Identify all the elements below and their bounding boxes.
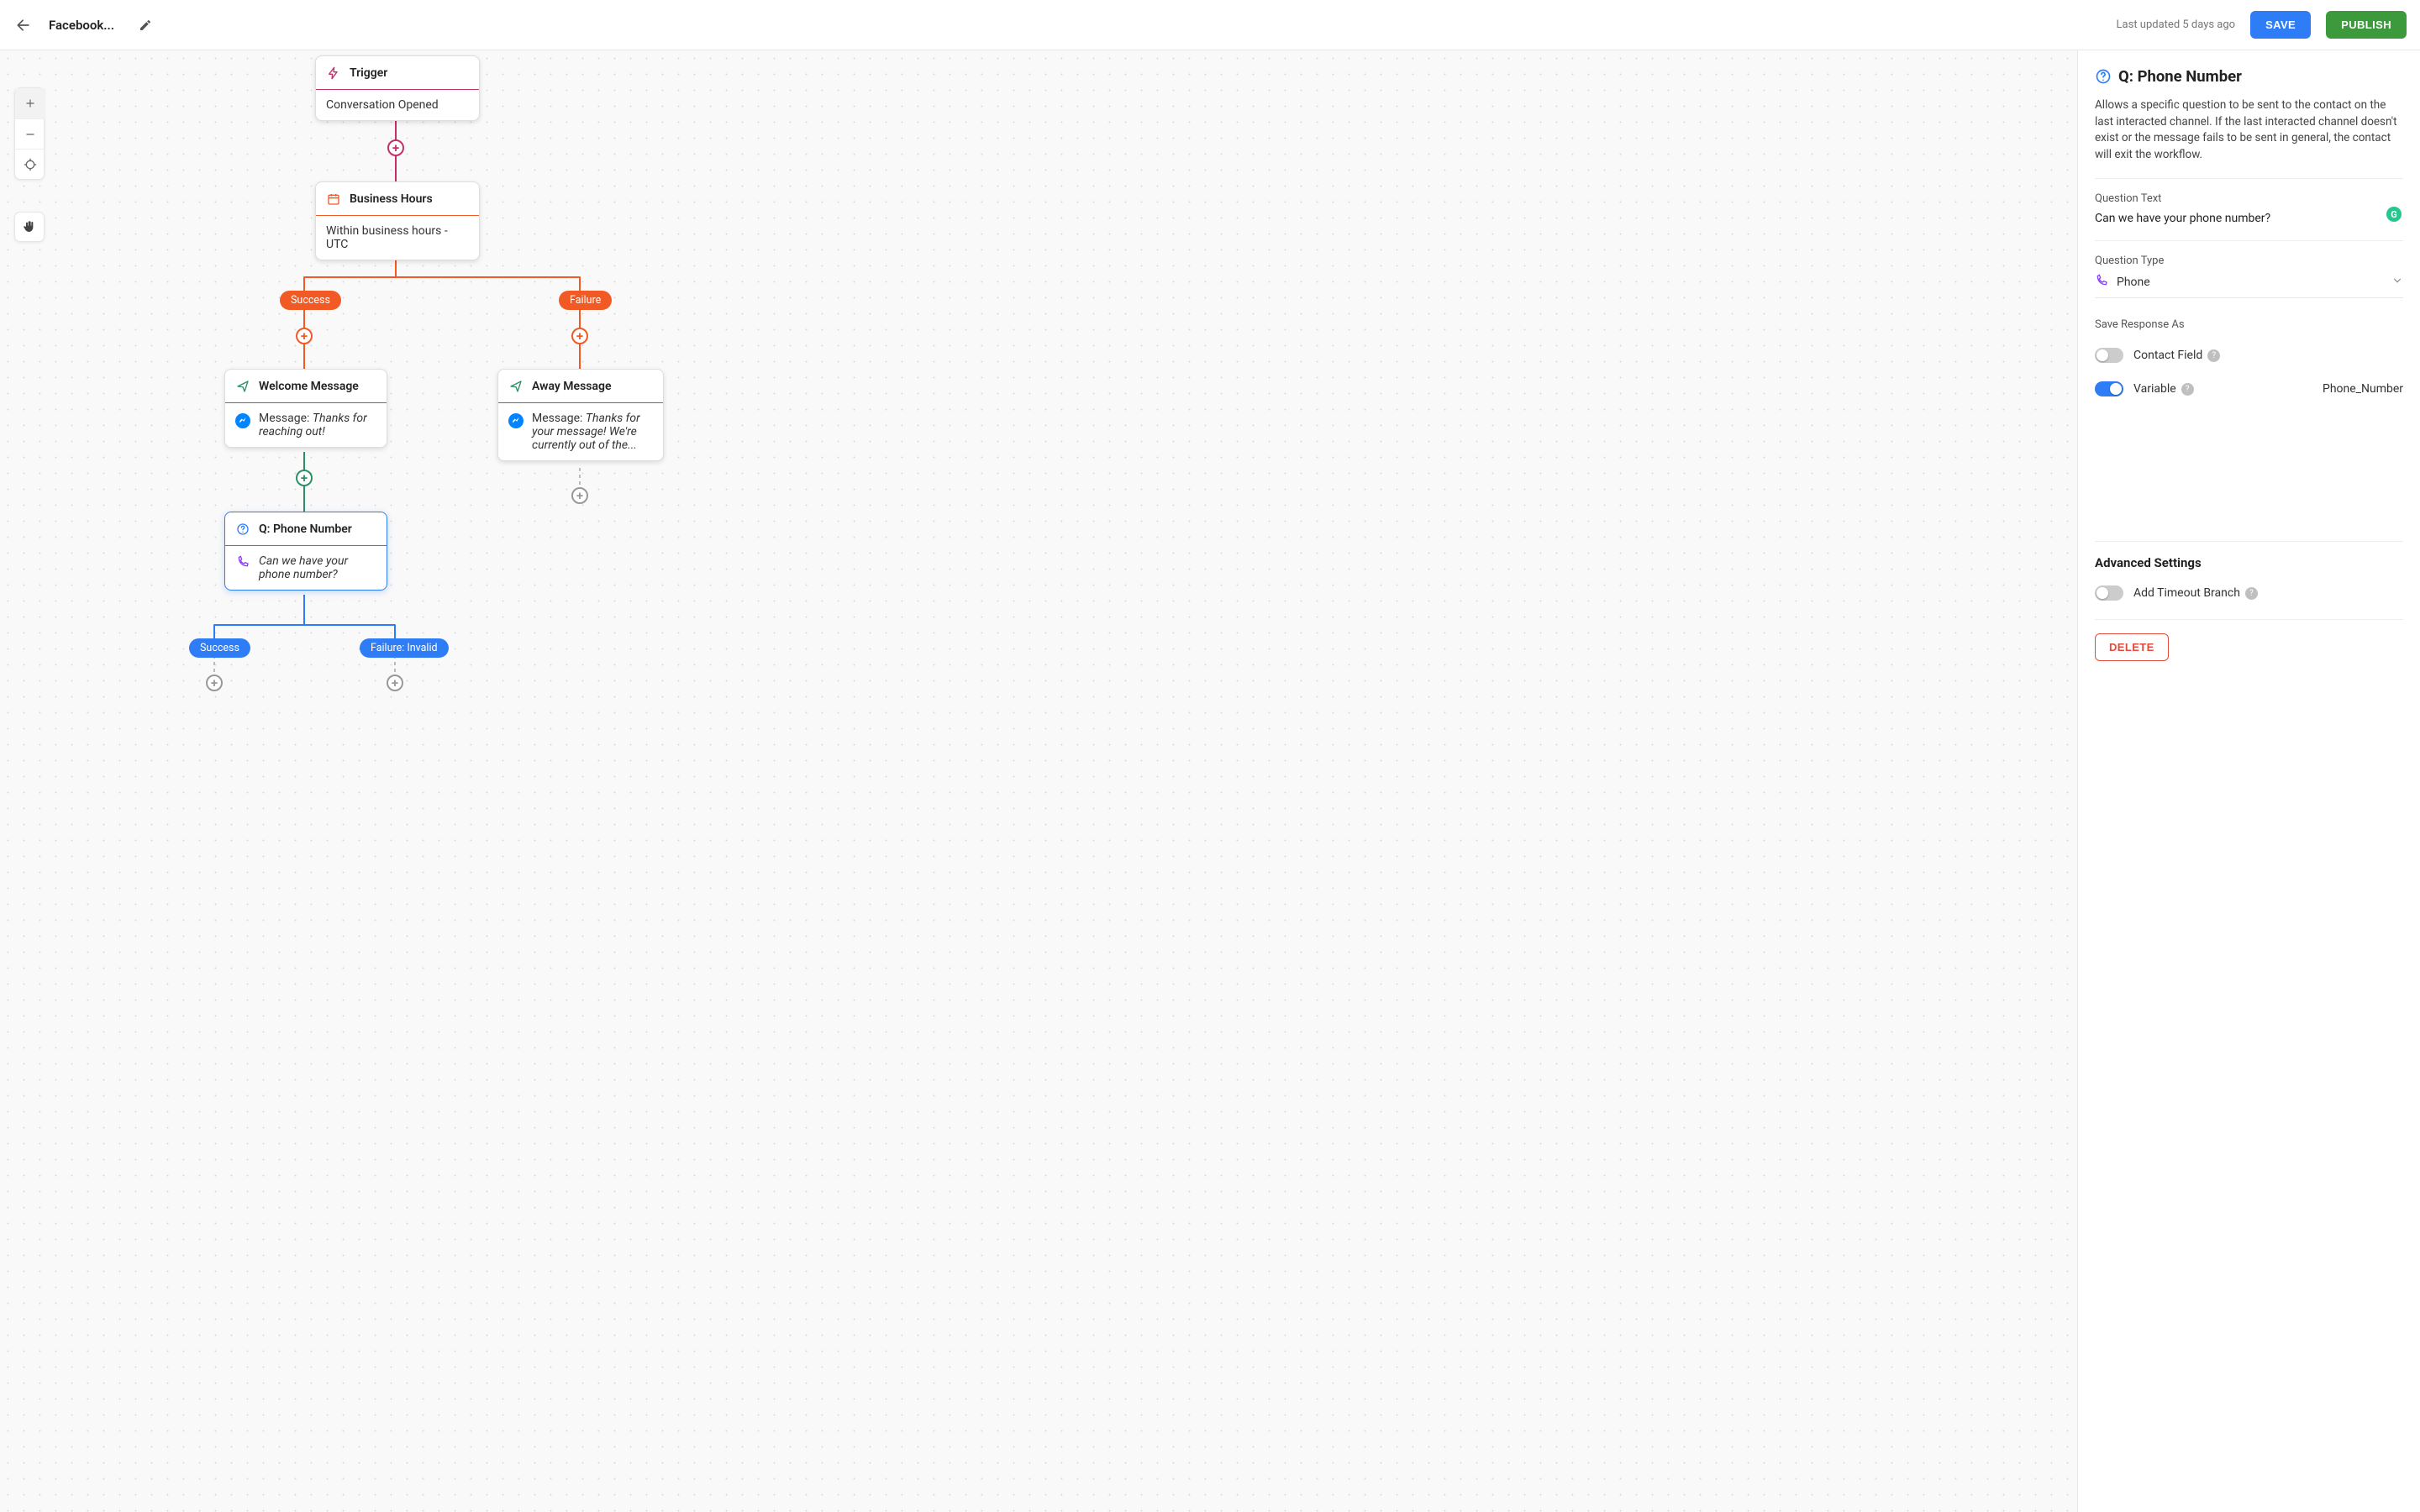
node-title: Away Message	[532, 380, 612, 393]
pencil-icon	[139, 18, 152, 32]
messenger-icon	[235, 413, 250, 428]
node-subtitle: Conversation Opened	[326, 98, 439, 112]
header-bar: Facebook... Last updated 5 days ago SAVE…	[0, 0, 2420, 50]
timeout-branch-label: Add Timeout Branch	[2133, 586, 2240, 600]
collapse-panel-button[interactable]	[2077, 50, 2078, 75]
workflow-canvas[interactable]: Trigger Conversation Opened + Business H…	[0, 50, 2077, 1512]
variable-toggle[interactable]	[2095, 381, 2123, 396]
node-subtitle: Within business hours - UTC	[326, 224, 469, 251]
question-type-value: Phone	[2117, 276, 2150, 289]
add-step-button[interactable]: +	[571, 487, 588, 504]
help-icon[interactable]: ?	[2181, 383, 2194, 396]
panel-description: Allows a specific question to be sent to…	[2095, 97, 2403, 163]
variable-name-value[interactable]: Phone_Number	[2323, 382, 2403, 396]
question-type-select[interactable]: Phone	[2095, 274, 2403, 298]
node-business-hours[interactable]: Business Hours Within business hours - U…	[315, 181, 480, 260]
workflow-title: Facebook...	[49, 18, 114, 33]
add-step-button[interactable]: +	[387, 139, 404, 156]
delete-button[interactable]: DELETE	[2095, 633, 2169, 661]
publish-button[interactable]: PUBLISH	[2326, 11, 2407, 39]
question-text-label: Question Text	[2095, 192, 2403, 205]
node-title: Trigger	[350, 66, 387, 80]
properties-panel: Q: Phone Number Allows a specific questi…	[2077, 50, 2420, 1512]
branch-pill-failure: Failure	[559, 291, 612, 310]
chevron-down-icon	[2391, 275, 2403, 286]
save-response-label: Save Response As	[2095, 318, 2403, 331]
send-icon	[236, 380, 250, 393]
add-step-button[interactable]: +	[571, 328, 588, 344]
question-type-label: Question Type	[2095, 255, 2403, 267]
phone-icon	[236, 555, 250, 569]
edit-title-button[interactable]	[136, 16, 155, 34]
help-icon[interactable]: ?	[2207, 349, 2220, 362]
node-trigger[interactable]: Trigger Conversation Opened	[315, 55, 480, 121]
node-away-message[interactable]: Away Message Message: Thanks for your me…	[497, 369, 664, 461]
node-body-text: Message: Thanks for reaching out!	[259, 412, 376, 438]
node-title: Welcome Message	[259, 380, 359, 393]
arrow-left-icon	[15, 17, 32, 34]
node-title: Q: Phone Number	[259, 522, 352, 536]
advanced-settings-label: Advanced Settings	[2095, 555, 2403, 570]
node-question-phone[interactable]: Q: Phone Number Can we have your phone n…	[224, 512, 387, 591]
bolt-icon	[327, 66, 340, 80]
send-icon	[509, 380, 523, 393]
add-step-button[interactable]: +	[296, 328, 313, 344]
panel-title: Q: Phone Number	[2118, 67, 2242, 86]
save-button[interactable]: SAVE	[2250, 11, 2311, 39]
add-step-button[interactable]: +	[387, 675, 403, 691]
add-step-button[interactable]: +	[296, 470, 313, 486]
contact-field-toggle[interactable]	[2095, 348, 2123, 363]
node-body-text: Message: Thanks for your message! We're …	[532, 412, 653, 452]
question-text-input[interactable]: Can we have your phone number?	[2095, 212, 2403, 225]
calendar-icon	[327, 192, 340, 206]
node-body-text: Can we have your phone number?	[259, 554, 376, 581]
last-updated-text: Last updated 5 days ago	[2117, 18, 2236, 31]
question-circle-icon	[236, 522, 250, 536]
branch-pill-success: Success	[189, 638, 250, 658]
node-welcome-message[interactable]: Welcome Message Message: Thanks for reac…	[224, 369, 387, 448]
back-button[interactable]	[13, 15, 34, 35]
help-icon[interactable]: ?	[2245, 587, 2258, 600]
messenger-icon	[508, 413, 523, 428]
contact-field-label: Contact Field	[2133, 349, 2202, 362]
add-step-button[interactable]: +	[206, 675, 223, 691]
branch-pill-success: Success	[280, 291, 341, 310]
phone-icon	[2095, 274, 2108, 287]
variable-label: Variable	[2133, 382, 2176, 396]
branch-pill-failure-invalid: Failure: Invalid	[360, 638, 449, 658]
question-circle-icon	[2095, 68, 2112, 85]
node-title: Business Hours	[350, 192, 433, 206]
timeout-branch-toggle[interactable]	[2095, 585, 2123, 601]
